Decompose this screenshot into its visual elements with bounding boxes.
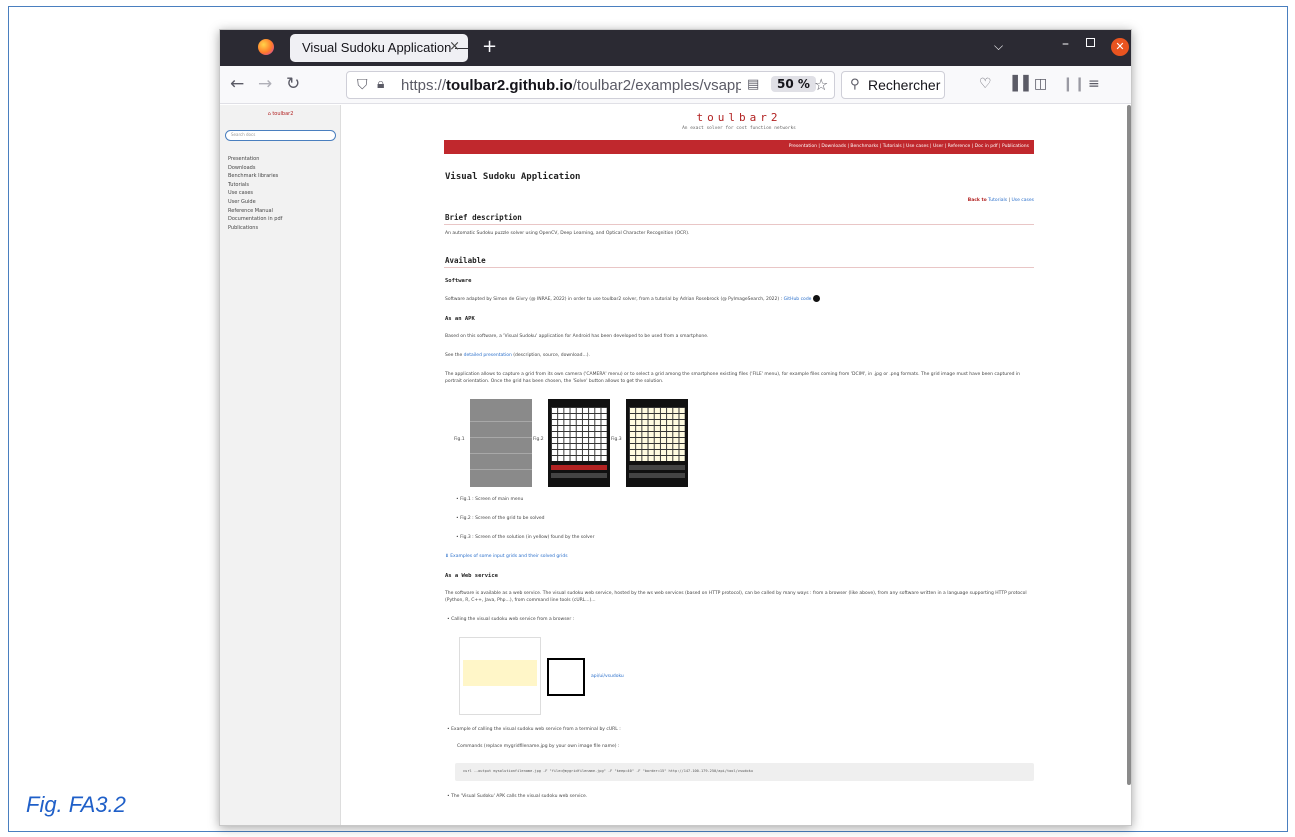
curl-code-block[interactable]: curl --output mysolutionfilename.jpg -F … <box>455 763 1034 781</box>
pocket-icon[interactable]: ♡ <box>979 76 992 92</box>
sidebar-nav: Presentation Downloads Benchmark librari… <box>228 155 282 232</box>
sidebar-item-doc-pdf[interactable]: Documentation in pdf <box>228 215 282 224</box>
sidebar-item-downloads[interactable]: Downloads <box>228 164 282 173</box>
search-placeholder: Rechercher <box>868 77 941 93</box>
back-tutorials-link[interactable]: Tutorials <box>988 198 1007 203</box>
sidebar-item-benchmarks[interactable]: Benchmark libraries <box>228 172 282 181</box>
fig3-label: Fig.3 <box>611 437 622 442</box>
divider <box>444 267 1034 268</box>
search-box[interactable]: ⚲ Rechercher <box>841 71 945 99</box>
web-bullet-curl: • Example of calling the visual sudoku w… <box>447 727 621 732</box>
forward-arrow-icon[interactable]: → <box>258 74 272 94</box>
divider <box>444 224 1034 225</box>
reader-view-icon[interactable]: ▤ <box>747 77 759 92</box>
fig1-main-menu-image[interactable] <box>470 399 532 487</box>
software-heading: Software <box>445 278 472 284</box>
sidebar-brand[interactable]: ⌂ toulbar2 <box>220 111 341 117</box>
brief-heading: Brief description <box>445 213 522 222</box>
detailed-presentation-link[interactable]: detailed presentation <box>464 353 512 358</box>
menu-hamburger-icon[interactable]: ≡ <box>1088 76 1100 92</box>
apk-text-3: The application allows to capture a grid… <box>445 372 1021 384</box>
back-arrow-icon[interactable]: ← <box>230 74 244 94</box>
sidebar-item-user-guide[interactable]: User Guide <box>228 198 282 207</box>
url-bar[interactable]: ⛉ 🔒︎ https://toulbar2.github.io/toulbar2… <box>346 71 835 99</box>
back-use-cases-link[interactable]: Use cases <box>1011 198 1034 203</box>
lock-icon[interactable]: 🔒︎ <box>377 76 384 92</box>
minimize-icon[interactable]: – <box>1062 36 1069 52</box>
active-tab[interactable]: Visual Sudoku Application — × <box>290 34 468 62</box>
qr-code-image[interactable] <box>547 658 585 696</box>
sidebar-item-publications[interactable]: Publications <box>228 224 282 233</box>
web-bullet-browser: • Calling the visual sudoku web service … <box>447 617 575 622</box>
brief-text: An automatic Sudoku puzzle solver using … <box>445 231 690 236</box>
web-bullet-apk: • The 'Visual Sudoku' APK calls the visu… <box>447 794 588 799</box>
sidebar-item-presentation[interactable]: Presentation <box>228 155 282 164</box>
tracking-shield-icon[interactable]: ⛉ <box>357 77 368 93</box>
github-code-link[interactable]: GitHub code <box>784 297 812 302</box>
new-tab-button[interactable]: + <box>482 36 497 57</box>
apk-text-2: See the detailed presentation (descripti… <box>445 353 590 358</box>
list-tabs-chevron-icon[interactable]: ⌵ <box>994 39 1003 54</box>
url-text[interactable]: https://toulbar2.github.io/toulbar2/exam… <box>401 77 741 94</box>
web-service-heading: As a Web service <box>445 573 498 579</box>
navigation-toolbar: ← → ↻ ⛉ 🔒︎ https://toulbar2.github.io/to… <box>220 66 1131 104</box>
apk-text-1: Based on this software, a 'Visual Sudoku… <box>445 334 709 339</box>
site-title[interactable]: toulbar2 <box>444 111 1034 124</box>
sidebar-item-use-cases[interactable]: Use cases <box>228 189 282 198</box>
bookmark-star-icon[interactable]: ☆ <box>814 75 828 94</box>
fig2-grid-image[interactable] <box>548 399 610 487</box>
apk-heading: As an APK <box>445 316 475 322</box>
search-icon: ⚲ <box>850 77 860 92</box>
back-to-links: Back to Tutorials | Use cases <box>967 198 1034 203</box>
fig3-solution-image[interactable] <box>626 399 688 487</box>
examples-download-link[interactable]: ⬇ Examples of some input grids and their… <box>445 554 568 559</box>
reload-icon[interactable]: ↻ <box>286 74 300 94</box>
close-window-icon[interactable]: ✕ <box>1111 38 1129 56</box>
sidebar-item-tutorials[interactable]: Tutorials <box>228 181 282 190</box>
page-content: ⌂ toulbar2 Search docs Presentation Down… <box>220 105 1131 825</box>
tab-title: Visual Sudoku Application — <box>302 40 468 55</box>
commands-text: Commands (replace mygridfilename.jpg by … <box>457 744 620 749</box>
browser-screenshot-image[interactable] <box>459 637 541 715</box>
tab-bar: Visual Sudoku Application — × + ⌵ – ✕ <box>220 30 1131 66</box>
firefox-logo-icon[interactable] <box>258 39 274 55</box>
fig-list-item: • Fig.2 : Screen of the grid to be solve… <box>456 516 545 521</box>
page-title: Visual Sudoku Application <box>445 172 581 182</box>
reading-list-icon[interactable]: ❙❙ <box>1062 76 1085 92</box>
maximize-icon[interactable] <box>1086 38 1095 47</box>
library-icon[interactable]: ▐▐ <box>1007 76 1029 92</box>
curl-command: curl --output mysolutionfilename.jpg -F … <box>463 769 753 773</box>
docs-sidebar: ⌂ toulbar2 Search docs Presentation Down… <box>220 105 341 825</box>
available-heading: Available <box>445 256 486 265</box>
sidebar-search-input[interactable]: Search docs <box>225 130 336 141</box>
top-nav-links[interactable]: Presentation | Downloads | Benchmarks | … <box>789 144 1029 149</box>
software-text: Software adapted by Simon de Givry (@ IN… <box>445 295 1035 303</box>
vsudoku-api-link[interactable]: api/ui/vsudoku <box>591 674 624 679</box>
github-icon[interactable] <box>812 295 820 302</box>
close-tab-icon[interactable]: × <box>449 39 460 54</box>
browser-window: Visual Sudoku Application — × + ⌵ – ✕ ← … <box>219 29 1132 826</box>
zoom-level-badge[interactable]: 50 % <box>771 76 816 92</box>
top-nav-bar: Presentation | Downloads | Benchmarks | … <box>444 140 1034 154</box>
fig-list-item: • Fig.3 : Screen of the solution (in yel… <box>456 535 595 540</box>
fig2-label: Fig.2 <box>533 437 544 442</box>
sidebar-toggle-icon[interactable]: ◫ <box>1034 76 1047 92</box>
web-service-text: The software is available as a web servi… <box>445 591 1027 603</box>
sidebar-item-reference-manual[interactable]: Reference Manual <box>228 207 282 216</box>
fig1-label: Fig.1 <box>454 437 465 442</box>
figure-caption: Fig. FA3.2 <box>26 792 126 817</box>
page-scrollbar[interactable] <box>1127 105 1131 785</box>
site-tagline: An exact solver for cost function networ… <box>682 126 796 131</box>
fig-list-item: • Fig.1 : Screen of main menu <box>456 497 524 502</box>
